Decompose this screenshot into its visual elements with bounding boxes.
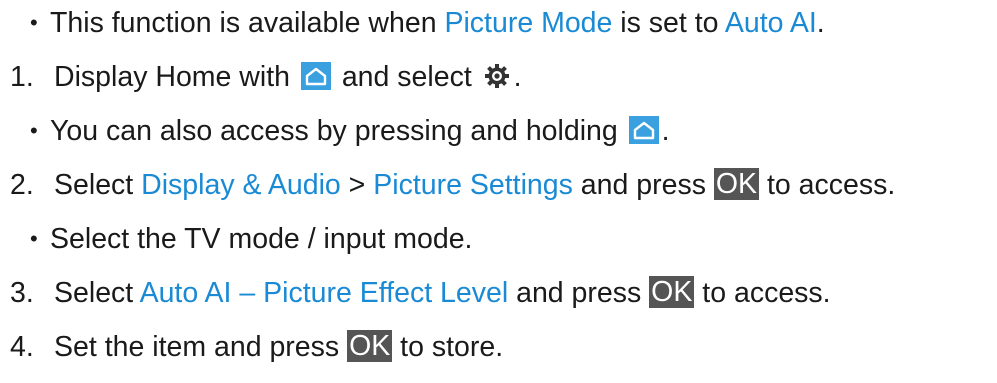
picture-effect-level-link[interactable]: Auto AI – Picture Effect Level xyxy=(140,277,509,309)
text: . xyxy=(661,115,670,147)
text: and select xyxy=(333,61,480,93)
text: Display Home with xyxy=(54,61,298,93)
text: This function is available when xyxy=(50,7,445,39)
display-audio-link[interactable]: Display & Audio xyxy=(141,169,341,201)
text: and press xyxy=(508,277,650,309)
step-2: 2. Select Display & Audio > Picture Setti… xyxy=(10,165,895,205)
text: Select the TV mode / input mode. xyxy=(50,223,473,255)
bullet-marker: • xyxy=(30,10,38,35)
text: to access. xyxy=(694,277,831,309)
text: Select xyxy=(54,169,142,201)
step-4: 4. Set the item and press OK to store. xyxy=(10,327,503,367)
step-number: 1. xyxy=(10,61,34,93)
step-1: 1. Display Home with and select . xyxy=(10,57,522,97)
picture-settings-link[interactable]: Picture Settings xyxy=(373,169,573,201)
auto-ai-link[interactable]: Auto AI xyxy=(725,7,817,39)
text: . xyxy=(816,7,825,39)
text: . xyxy=(513,61,522,93)
gear-icon xyxy=(480,62,514,90)
step-number: 3. xyxy=(10,277,34,309)
note-bullet-2: • You can also access by pressing and hol… xyxy=(30,111,670,151)
step-3: 3. Select Auto AI – Picture Effect Level … xyxy=(10,273,831,313)
note-bullet-3: • Select the TV mode / input mode. xyxy=(30,219,472,259)
step-number: 2. xyxy=(10,169,34,201)
home-icon xyxy=(298,62,334,90)
step-number: 4. xyxy=(10,331,34,363)
text: > xyxy=(340,169,374,201)
ok-button-label: OK xyxy=(347,330,393,362)
text: You can also access by pressing and hold… xyxy=(50,115,626,147)
bullet-marker: • xyxy=(30,226,38,251)
text: to access. xyxy=(759,169,896,201)
text: is set to xyxy=(612,7,725,39)
text: Select xyxy=(54,277,140,309)
ok-button-label: OK xyxy=(649,276,695,308)
text: Set the item and press xyxy=(54,331,348,363)
text: to store. xyxy=(392,331,504,363)
bullet-marker: • xyxy=(30,118,38,143)
text: and press xyxy=(572,169,714,201)
ok-button-label: OK xyxy=(713,168,760,200)
home-icon xyxy=(626,116,662,144)
note-bullet-1: • This function is available when Picture… xyxy=(30,3,825,43)
picture-mode-link[interactable]: Picture Mode xyxy=(444,7,612,39)
